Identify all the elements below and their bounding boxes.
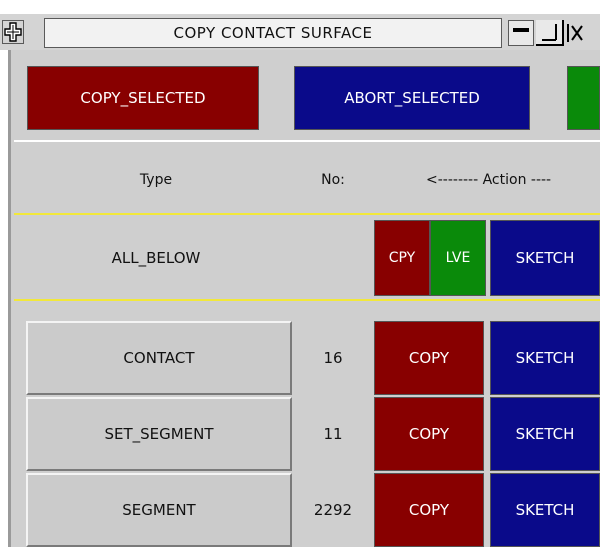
restore-icon — [542, 24, 557, 41]
row-count: 11 — [323, 425, 343, 443]
move-button[interactable] — [2, 20, 24, 44]
move-icon — [4, 22, 22, 42]
copy-selected-button[interactable]: COPY_SELECTED — [27, 66, 259, 130]
row-type-button-contact[interactable]: CONTACT — [26, 321, 292, 395]
copy-all-button[interactable]: CPY — [374, 220, 430, 296]
window-title: COPY CONTACT SURFACE — [44, 18, 502, 48]
leave-all-button[interactable]: LVE — [430, 220, 486, 296]
row-copy-button[interactable]: COPY — [374, 397, 484, 471]
abort-selected-button[interactable]: ABORT_SELECTED — [294, 66, 530, 130]
yellow-divider — [14, 299, 600, 301]
all-below-label: ALL_BELOW — [111, 249, 201, 267]
row-sketch-button[interactable]: SKETCH — [490, 473, 600, 547]
minimize-icon — [513, 28, 529, 32]
row-type-button-set-segment[interactable]: SET_SEGMENT — [26, 397, 292, 471]
close-button[interactable] — [566, 20, 600, 46]
column-header-no: No: — [321, 172, 345, 188]
restore-button[interactable] — [536, 20, 564, 46]
close-icon — [567, 24, 583, 42]
yellow-divider — [14, 213, 600, 215]
minimize-button[interactable] — [508, 20, 534, 46]
column-header-type: Type — [139, 172, 173, 188]
column-header-action: <-------- Action ---- — [426, 172, 552, 188]
row-copy-button[interactable]: COPY — [374, 473, 484, 547]
sketch-all-button[interactable]: SKETCH — [490, 220, 600, 296]
row-copy-button[interactable]: COPY — [374, 321, 484, 395]
row-sketch-button[interactable]: SKETCH — [490, 321, 600, 395]
row-count: 16 — [323, 349, 343, 367]
green-action-button[interactable] — [567, 66, 600, 130]
row-type-button-segment[interactable]: SEGMENT — [26, 473, 292, 547]
toolbar-divider — [14, 140, 600, 142]
row-count: 2292 — [313, 501, 353, 519]
row-sketch-button[interactable]: SKETCH — [490, 397, 600, 471]
